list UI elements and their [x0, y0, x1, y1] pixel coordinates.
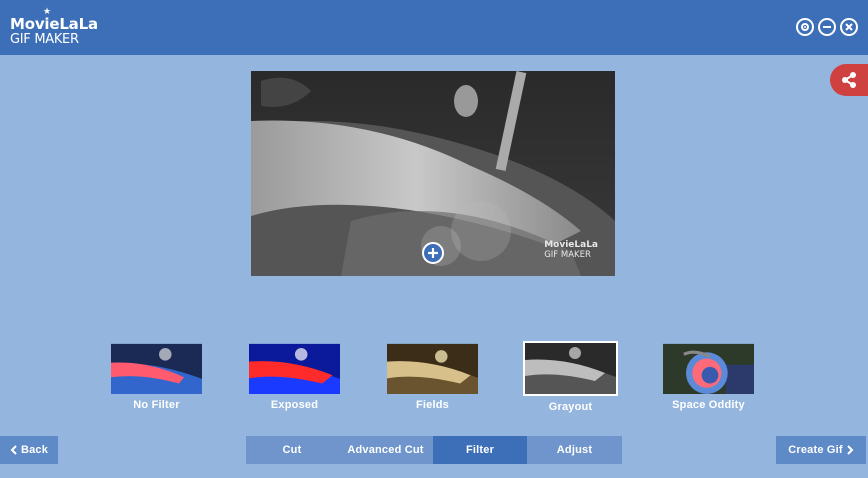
filter-label: Exposed — [270, 399, 319, 411]
settings-button[interactable] — [796, 18, 814, 36]
minimize-icon — [823, 26, 831, 28]
filter-strip: No Filter Exposed Fields Grayout Space O… — [0, 341, 868, 416]
filter-thumbnail — [387, 343, 478, 394]
share-button[interactable] — [830, 64, 868, 96]
add-button[interactable] — [422, 242, 444, 264]
watermark-line1: MovieLaLa — [544, 240, 598, 250]
app-logo: ★ MovieLaLa GIF MAKER — [10, 6, 98, 47]
filter-thumbnail — [249, 343, 340, 394]
chevron-right-icon — [847, 445, 854, 455]
gif-preview: MovieLaLa GIF MAKER — [251, 71, 615, 276]
back-label: Back — [20, 444, 49, 456]
filter-label: Grayout — [548, 401, 593, 413]
filter-thumbnail — [523, 341, 618, 396]
filter-no-filter[interactable]: No Filter — [109, 341, 204, 411]
tab-cut[interactable]: Cut — [246, 436, 338, 464]
logo-line2: GIF MAKER — [10, 32, 79, 47]
tab-advanced-cut[interactable]: Advanced Cut — [338, 436, 433, 464]
tab-filter[interactable]: Filter — [433, 436, 527, 464]
edit-tabs: Cut Advanced Cut Filter Adjust — [246, 436, 622, 464]
tab-adjust[interactable]: Adjust — [527, 436, 622, 464]
filter-thumbnail — [111, 343, 202, 394]
create-gif-button[interactable]: Create Gif — [776, 436, 866, 464]
window-controls — [796, 18, 858, 36]
create-gif-label: Create Gif — [788, 444, 843, 456]
filter-label: Space Oddity — [672, 399, 745, 411]
share-icon — [842, 72, 856, 88]
filter-label: No Filter — [133, 399, 180, 411]
close-icon — [845, 23, 853, 31]
filter-fields[interactable]: Fields — [385, 341, 480, 411]
settings-icon — [801, 23, 809, 31]
watermark-line2: GIF MAKER — [544, 250, 591, 260]
filter-grayout[interactable]: Grayout — [523, 341, 618, 413]
filter-label: Fields — [416, 399, 449, 411]
close-button[interactable] — [840, 18, 858, 36]
star-icon: ★ — [43, 6, 52, 16]
filter-exposed[interactable]: Exposed — [247, 341, 342, 411]
filter-thumbnail — [663, 343, 754, 394]
back-button[interactable]: Back — [0, 436, 58, 464]
filter-space-oddity[interactable]: Space Oddity — [661, 341, 756, 411]
preview-watermark: MovieLaLa GIF MAKER — [544, 240, 598, 260]
chevron-left-icon — [10, 445, 17, 455]
plus-icon — [428, 248, 438, 258]
logo-line1: MovieLaLa — [10, 15, 98, 33]
title-bar: ★ MovieLaLa GIF MAKER — [0, 0, 868, 55]
minimize-button[interactable] — [818, 18, 836, 36]
